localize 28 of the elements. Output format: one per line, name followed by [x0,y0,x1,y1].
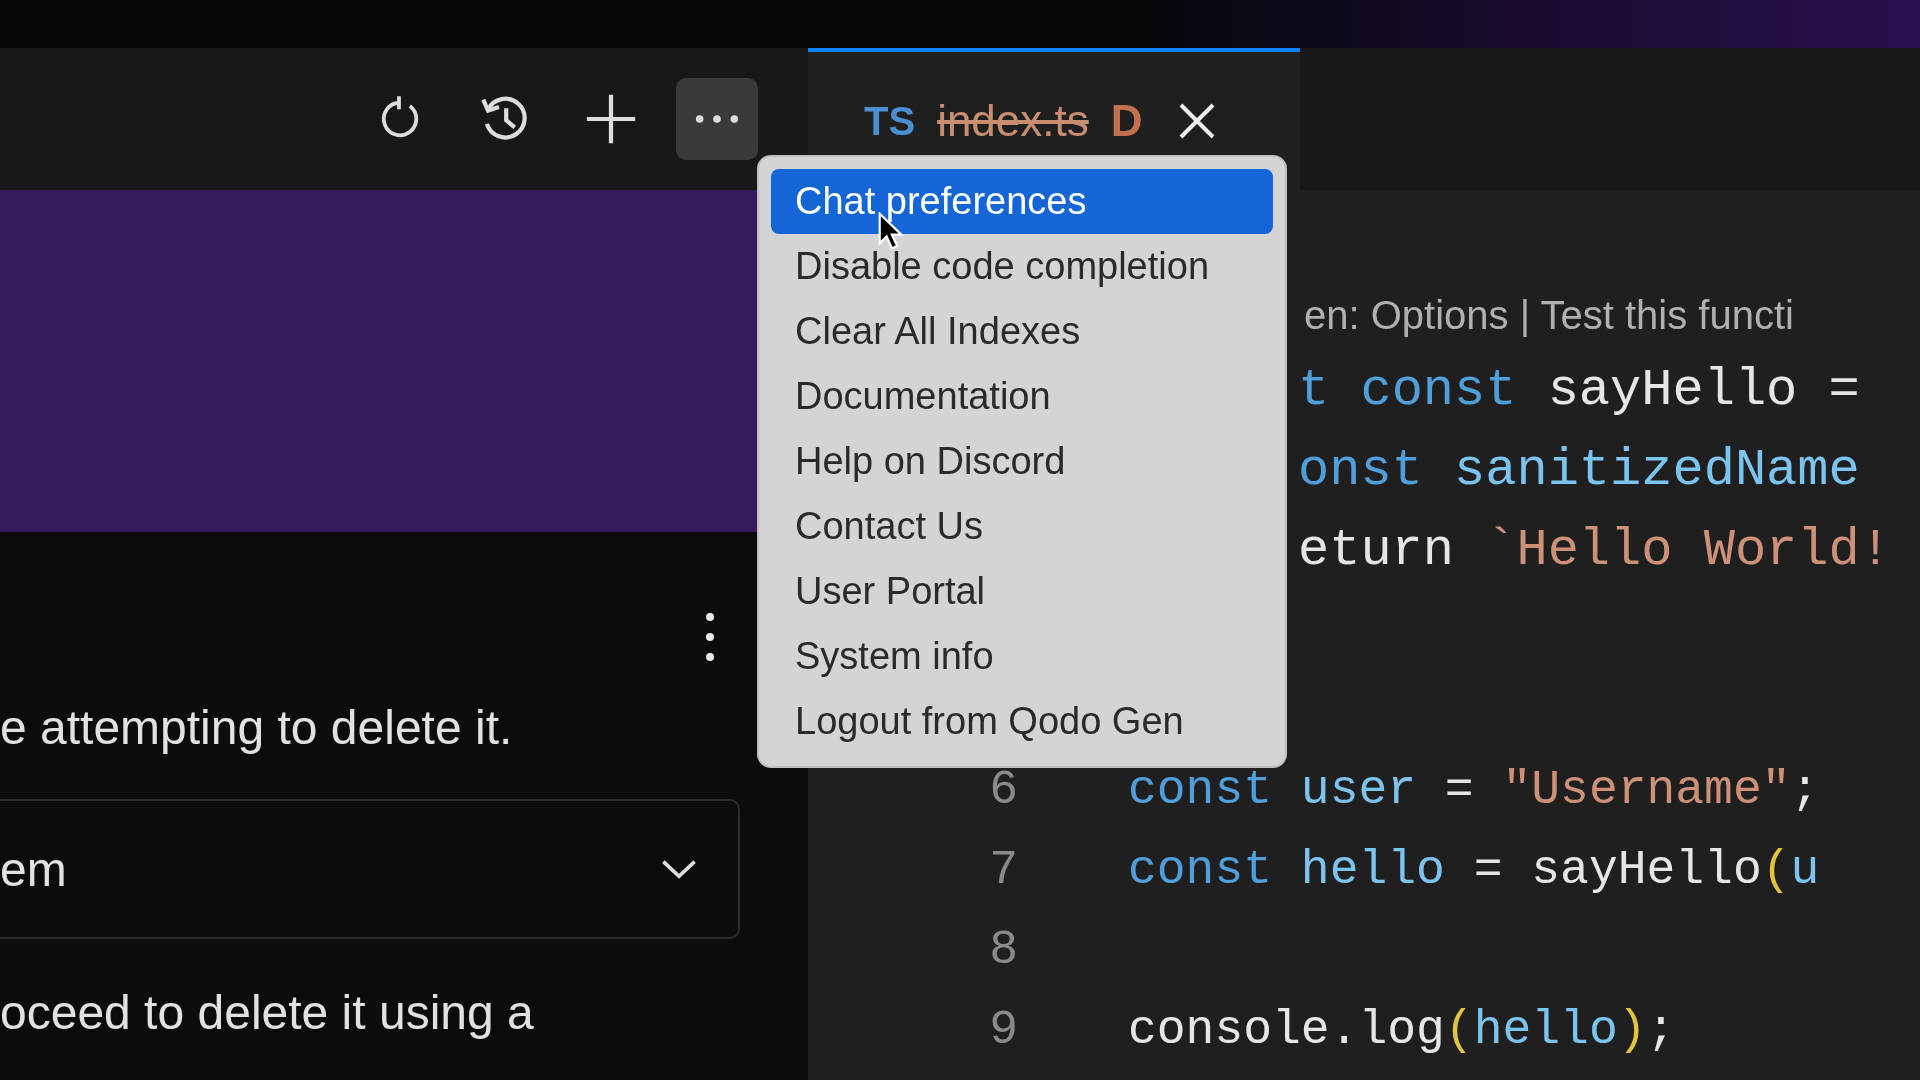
code-line: const hello = sayHello(u [1128,843,1820,897]
menu-item[interactable]: Contact Us [771,494,1273,559]
menu-item[interactable]: User Portal [771,559,1273,624]
code-line: const user = "Username"; [1128,763,1820,817]
menu-item[interactable]: System info [771,624,1273,689]
more-icon[interactable] [676,78,758,160]
menu-item[interactable]: Disable code completion [771,234,1273,299]
menu-item[interactable]: Chat preferences [771,169,1273,234]
code-line: onst sanitizedName [1298,440,1860,500]
dropdown[interactable]: em [0,799,740,939]
line-number: 9 [988,1003,1018,1057]
kebab-icon[interactable] [705,612,715,662]
menu-item[interactable]: Documentation [771,364,1273,429]
menu-item[interactable]: Clear All Indexes [771,299,1273,364]
line-number: 7 [988,843,1018,897]
typescript-label: TS [864,98,916,144]
line-number: 8 [988,923,1018,977]
file-name: index.ts [937,96,1089,146]
menu-item[interactable]: Logout from Qodo Gen [771,689,1273,754]
menu-item[interactable]: Help on Discord [771,429,1273,494]
code-line: t const sayHello = [1298,360,1860,420]
file-status: D [1110,96,1143,146]
code-line: console.log(hello); [1128,1003,1676,1057]
line-number: 6 [988,763,1018,817]
code-line: eturn `Hello World! [1298,520,1891,580]
codelens-text: en: Options | Test this functi [1304,292,1794,338]
message-text: oceed to delete it using a [0,985,535,1040]
chevron-icon [660,858,698,880]
